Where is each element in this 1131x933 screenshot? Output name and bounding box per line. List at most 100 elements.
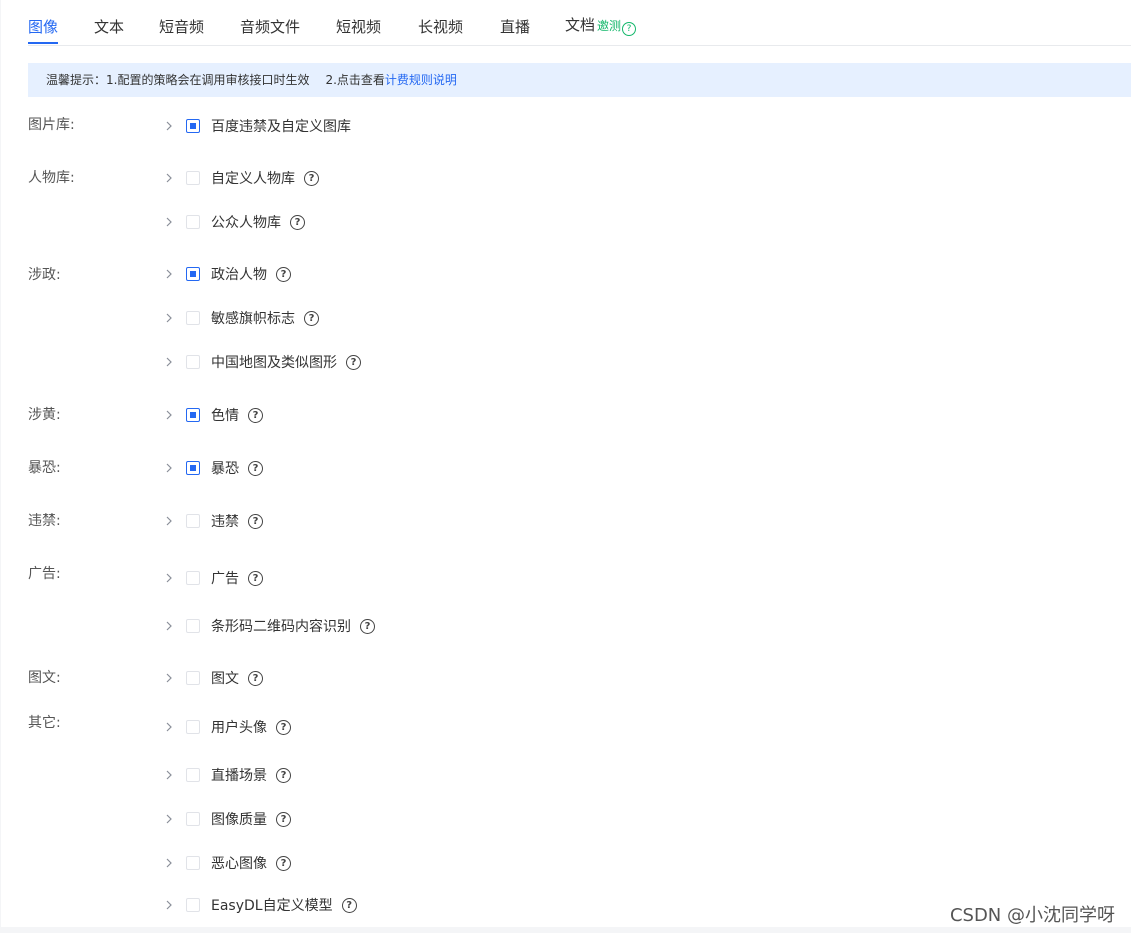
help-icon[interactable]: ?: [276, 767, 291, 783]
chevron-right-icon[interactable]: [161, 266, 177, 282]
checkbox[interactable]: [186, 768, 200, 782]
group-label-person: 人物库:: [28, 170, 75, 186]
notice-text: 温馨提示：1.配置的策略会在调用审核接口时生效: [46, 73, 310, 87]
group-label-image-text: 图文:: [28, 670, 61, 686]
group-label-ads: 广告:: [28, 566, 61, 582]
tab-text[interactable]: 文本: [94, 16, 124, 37]
chevron-right-icon[interactable]: [161, 767, 177, 783]
checkbox[interactable]: [186, 571, 200, 585]
group-label-prohibited: 违禁:: [28, 513, 61, 529]
option-label: 敏感旗帜标志: [211, 311, 295, 327]
option-row: 恶心图像 ?: [161, 853, 291, 873]
watermark: CSDN @小沈同学呀: [949, 905, 1115, 926]
checkbox[interactable]: [186, 671, 200, 685]
chevron-right-icon[interactable]: [161, 214, 177, 230]
option-row: 广告 ?: [161, 568, 263, 588]
option-label: 恶心图像: [211, 856, 267, 872]
chevron-right-icon[interactable]: [161, 513, 177, 529]
option-row: EasyDL自定义模型 ?: [161, 895, 357, 915]
checkbox[interactable]: [186, 461, 200, 475]
checkbox[interactable]: [186, 898, 200, 912]
chevron-right-icon[interactable]: [161, 118, 177, 134]
tab-document-label: 文档: [565, 16, 596, 34]
checkbox[interactable]: [186, 514, 200, 528]
option-row: 百度违禁及自定义图库: [161, 116, 351, 136]
option-row: 自定义人物库 ?: [161, 168, 319, 188]
help-icon[interactable]: ?: [276, 719, 291, 735]
chevron-right-icon[interactable]: [161, 719, 177, 735]
tab-image[interactable]: 图像: [28, 16, 59, 44]
group-label-other: 其它:: [28, 715, 61, 731]
option-row: 直播场景 ?: [161, 765, 291, 785]
chevron-right-icon[interactable]: [161, 170, 177, 186]
tab-document[interactable]: 文档 邀测?: [565, 14, 637, 36]
help-icon[interactable]: ?: [248, 670, 263, 686]
option-label: 广告: [211, 571, 239, 587]
notice-text-2: 2.点击查看: [325, 73, 385, 87]
help-icon[interactable]: ?: [360, 618, 375, 634]
option-row: 公众人物库 ?: [161, 212, 305, 232]
chevron-right-icon[interactable]: [161, 460, 177, 476]
chevron-right-icon[interactable]: [161, 570, 177, 586]
option-row: 中国地图及类似图形 ?: [161, 352, 361, 372]
help-icon[interactable]: ?: [304, 170, 319, 186]
tab-audio-file[interactable]: 音频文件: [240, 16, 300, 37]
option-row: 图像质量 ?: [161, 809, 291, 829]
checkbox[interactable]: [186, 215, 200, 229]
option-label: 条形码二维码内容识别: [211, 619, 351, 635]
chevron-right-icon[interactable]: [161, 354, 177, 370]
checkbox[interactable]: [186, 720, 200, 734]
option-label: 图像质量: [211, 812, 267, 828]
option-label: 图文: [211, 671, 239, 687]
checkbox[interactable]: [186, 812, 200, 826]
chevron-right-icon[interactable]: [161, 310, 177, 326]
help-icon[interactable]: ?: [276, 855, 291, 871]
checkbox[interactable]: [186, 619, 200, 633]
option-label: 色情: [211, 408, 239, 424]
group-label-terror: 暴恐:: [28, 460, 61, 476]
tab-short-video[interactable]: 短视频: [336, 16, 381, 37]
help-icon[interactable]: ?: [290, 214, 305, 230]
help-icon[interactable]: ?: [248, 407, 263, 423]
chevron-right-icon[interactable]: [161, 897, 177, 913]
checkbox[interactable]: [186, 119, 200, 133]
checkbox[interactable]: [186, 171, 200, 185]
help-icon[interactable]: ?: [248, 513, 263, 529]
option-label: 自定义人物库: [211, 171, 295, 187]
checkbox[interactable]: [186, 408, 200, 422]
checkbox[interactable]: [186, 355, 200, 369]
option-label: 暴恐: [211, 461, 239, 477]
help-icon[interactable]: ?: [304, 310, 319, 326]
checkbox[interactable]: [186, 267, 200, 281]
chevron-right-icon[interactable]: [161, 855, 177, 871]
option-row: 敏感旗帜标志 ?: [161, 308, 319, 328]
help-icon[interactable]: ?: [248, 570, 263, 586]
help-icon[interactable]: ?: [346, 354, 361, 370]
option-row: 违禁 ?: [161, 511, 263, 531]
option-label: 用户头像: [211, 720, 267, 736]
help-icon[interactable]: ?: [276, 811, 291, 827]
tab-long-video[interactable]: 长视频: [418, 16, 463, 37]
checkbox[interactable]: [186, 856, 200, 870]
option-label: 政治人物: [211, 267, 267, 283]
chevron-right-icon[interactable]: [161, 407, 177, 423]
billing-rules-link[interactable]: 计费规则说明: [385, 73, 457, 87]
checkbox[interactable]: [186, 311, 200, 325]
media-type-tabs: 图像 文本 短音频 音频文件 短视频 长视频 直播 文档 邀测?: [28, 0, 1131, 46]
help-icon[interactable]: ?: [248, 460, 263, 476]
help-icon[interactable]: ?: [341, 897, 357, 913]
chevron-right-icon[interactable]: [161, 670, 177, 686]
chevron-right-icon[interactable]: [161, 618, 177, 634]
option-label: 百度违禁及自定义图库: [211, 119, 351, 135]
option-row: 用户头像 ?: [161, 717, 291, 737]
tab-short-audio[interactable]: 短音频: [159, 16, 204, 37]
option-row: 图文 ?: [161, 668, 263, 688]
help-icon[interactable]: ?: [276, 266, 291, 282]
help-icon[interactable]: ?: [622, 22, 637, 36]
chevron-right-icon[interactable]: [161, 811, 177, 827]
option-label: 违禁: [211, 514, 239, 530]
tab-live[interactable]: 直播: [500, 16, 530, 37]
option-label: 直播场景: [211, 768, 267, 784]
group-label-gallery: 图片库:: [28, 117, 75, 133]
beta-badge: 邀测: [597, 19, 622, 33]
